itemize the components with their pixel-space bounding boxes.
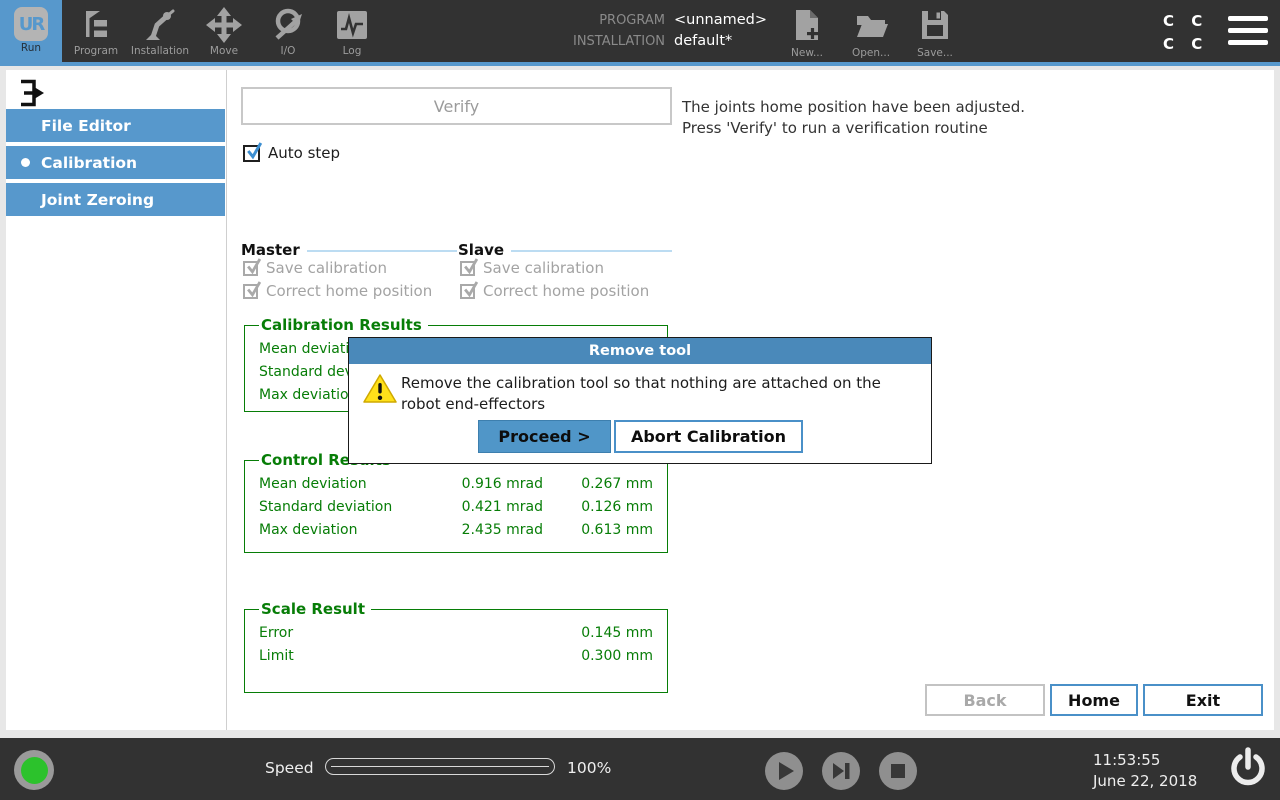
new-program-button[interactable]: New...	[774, 8, 840, 59]
tab-run[interactable]: UR Run	[0, 0, 62, 62]
robot-status-indicator[interactable]	[14, 750, 54, 790]
io-icon	[256, 0, 320, 44]
new-file-icon	[792, 27, 822, 46]
master-correct-home-row: Correct home position	[243, 282, 432, 300]
table-row: Max deviation 2.435 mrad 0.613 mm	[259, 518, 653, 541]
bottom-bar: Speed 100% 11:53:55 June 22, 2018	[0, 738, 1280, 800]
power-icon[interactable]	[1226, 746, 1270, 798]
tab-log[interactable]: Log	[320, 0, 384, 62]
status-characters: C C C C	[1163, 10, 1208, 56]
datetime-display: 11:53:55 June 22, 2018	[1093, 750, 1197, 792]
log-chart-icon	[320, 0, 384, 44]
status-green-light	[21, 757, 48, 784]
home-button[interactable]: Home	[1050, 684, 1138, 716]
remove-tool-dialog: Remove tool Remove the calibration tool …	[348, 337, 932, 464]
calibration-results-title: Calibration Results	[259, 316, 428, 334]
program-label: PROGRAM	[573, 13, 665, 28]
top-bar: UR Run Program Installation	[0, 0, 1280, 62]
exit-screen-icon[interactable]	[16, 78, 46, 112]
save-program-button[interactable]: Save...	[902, 8, 968, 59]
sidebar-divider	[226, 70, 227, 730]
speed-value: 100%	[567, 759, 611, 777]
sidebar-item-file-editor[interactable]: File Editor	[6, 109, 225, 142]
speed-slider[interactable]	[325, 758, 555, 775]
slave-correct-home-row: Correct home position	[460, 282, 649, 300]
table-row: Standard deviation 0.421 mrad 0.126 mm	[259, 495, 653, 518]
play-icon	[765, 752, 803, 790]
installation-label: INSTALLATION	[573, 34, 665, 49]
warning-icon	[362, 373, 398, 409]
speed-slider-track	[331, 766, 549, 767]
proceed-button[interactable]: Proceed >	[478, 420, 611, 453]
play-button[interactable]	[765, 752, 803, 790]
master-save-calibration-row: Save calibration	[243, 259, 387, 277]
status-message: The joints home position have been adjus…	[682, 97, 1025, 139]
table-row: Error 0.145 mm	[259, 621, 653, 644]
sidebar-item-calibration[interactable]: Calibration	[6, 146, 225, 179]
scale-result-title: Scale Result	[259, 600, 371, 618]
installation-value: default*	[674, 33, 732, 49]
ur-logo-icon: UR	[14, 7, 48, 41]
dialog-title: Remove tool	[349, 338, 931, 364]
save-floppy-icon	[918, 27, 952, 46]
master-header: Master	[241, 241, 457, 259]
speed-label: Speed	[265, 759, 314, 777]
auto-step-checkbox-row[interactable]: Auto step	[243, 144, 340, 162]
tab-program[interactable]: Program	[64, 0, 128, 62]
open-program-button[interactable]: Open...	[838, 8, 904, 59]
control-results-fieldset: Control Results Mean deviation 0.916 mra…	[244, 451, 668, 553]
exit-button[interactable]: Exit	[1143, 684, 1263, 716]
robot-arm-icon	[128, 0, 192, 44]
slave-correct-home-checkbox	[460, 284, 475, 299]
tab-io[interactable]: I/O	[256, 0, 320, 62]
abort-calibration-button[interactable]: Abort Calibration	[614, 420, 803, 453]
slave-save-calibration-row: Save calibration	[460, 259, 604, 277]
back-button[interactable]: Back	[925, 684, 1045, 716]
slave-header: Slave	[458, 241, 672, 259]
active-bullet-icon	[21, 158, 30, 167]
table-row: Mean deviation 0.916 mrad 0.267 mm	[259, 472, 653, 495]
program-tree-icon	[64, 0, 128, 44]
verify-button[interactable]: Verify	[241, 87, 672, 125]
tab-move[interactable]: Move	[192, 0, 256, 62]
step-icon	[822, 752, 860, 790]
move-arrows-icon	[192, 0, 256, 44]
step-button[interactable]	[822, 752, 860, 790]
master-save-calibration-checkbox	[243, 261, 258, 276]
master-correct-home-checkbox	[243, 284, 258, 299]
program-value: <unnamed>	[674, 12, 767, 28]
time-text: 11:53:55	[1093, 750, 1197, 771]
stop-button[interactable]	[879, 752, 917, 790]
dialog-message: Remove the calibration tool so that noth…	[401, 373, 881, 415]
dialog-body: Remove the calibration tool so that noth…	[349, 364, 931, 464]
table-row: Limit 0.300 mm	[259, 644, 653, 667]
stop-icon	[879, 752, 917, 790]
tab-run-label: Run	[0, 42, 62, 54]
tab-installation[interactable]: Installation	[128, 0, 192, 62]
auto-step-checkbox[interactable]	[243, 145, 260, 162]
open-folder-icon	[854, 27, 888, 46]
date-text: June 22, 2018	[1093, 771, 1197, 792]
scale-result-fieldset: Scale Result Error 0.145 mm Limit 0.300 …	[244, 600, 668, 693]
slave-save-calibration-checkbox	[460, 261, 475, 276]
sidebar-item-joint-zeroing[interactable]: Joint Zeroing	[6, 183, 225, 216]
hamburger-menu-icon[interactable]	[1228, 16, 1268, 52]
